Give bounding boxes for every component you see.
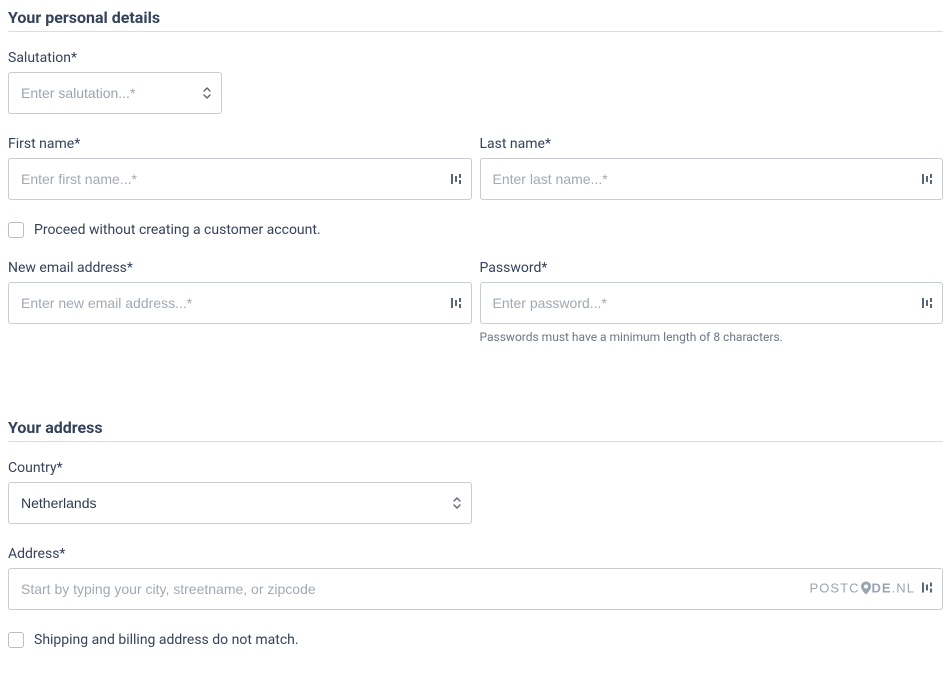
password-group: Password* Passwords must have a minimum … bbox=[480, 260, 944, 344]
address-heading: Your address bbox=[8, 418, 943, 437]
divider bbox=[8, 31, 943, 32]
divider bbox=[8, 441, 943, 442]
password-label: Password* bbox=[480, 260, 944, 276]
different-billing-checkbox[interactable] bbox=[8, 632, 24, 648]
address-field-label: Address* bbox=[8, 546, 943, 562]
guest-checkbox[interactable] bbox=[8, 222, 24, 238]
salutation-select[interactable]: Enter salutation...* bbox=[8, 72, 222, 114]
salutation-group: Salutation* Enter salutation...* bbox=[8, 50, 943, 114]
country-select[interactable]: Netherlands bbox=[8, 482, 472, 524]
address-field-group: Address* POSTCDE.NL bbox=[8, 546, 943, 610]
last-name-group: Last name* bbox=[480, 136, 944, 200]
address-input[interactable] bbox=[8, 568, 943, 610]
country-group: Country* Netherlands bbox=[8, 460, 943, 524]
salutation-select-wrapper: Enter salutation...* bbox=[8, 72, 222, 114]
address-input-wrapper: POSTCDE.NL bbox=[8, 568, 943, 610]
country-label: Country* bbox=[8, 460, 943, 476]
password-hint: Passwords must have a minimum length of … bbox=[480, 330, 944, 344]
personal-details-heading: Your personal details bbox=[8, 8, 943, 27]
country-col: Netherlands bbox=[8, 482, 472, 524]
password-input-wrapper bbox=[480, 282, 944, 324]
country-row: Netherlands bbox=[8, 482, 943, 524]
first-name-input-wrapper bbox=[8, 158, 472, 200]
last-name-input-wrapper bbox=[480, 158, 944, 200]
different-billing-checkbox-row: Shipping and billing address do not matc… bbox=[8, 632, 943, 648]
email-label: New email address* bbox=[8, 260, 472, 276]
guest-checkbox-row: Proceed without creating a customer acco… bbox=[8, 222, 943, 238]
first-name-group: First name* bbox=[8, 136, 472, 200]
password-input[interactable] bbox=[480, 282, 944, 324]
country-empty-col bbox=[480, 482, 944, 524]
name-row: First name* Last name* bbox=[8, 136, 943, 200]
different-billing-checkbox-label: Shipping and billing address do not matc… bbox=[34, 632, 299, 648]
credentials-row: New email address* Password* Passwords m… bbox=[8, 260, 943, 344]
email-input-wrapper bbox=[8, 282, 472, 324]
email-input[interactable] bbox=[8, 282, 472, 324]
last-name-label: Last name* bbox=[480, 136, 944, 152]
first-name-label: First name* bbox=[8, 136, 472, 152]
first-name-input[interactable] bbox=[8, 158, 472, 200]
salutation-label: Salutation* bbox=[8, 50, 943, 66]
country-select-wrapper: Netherlands bbox=[8, 482, 472, 524]
email-group: New email address* bbox=[8, 260, 472, 344]
spacer bbox=[8, 366, 943, 418]
last-name-input[interactable] bbox=[480, 158, 944, 200]
guest-checkbox-label: Proceed without creating a customer acco… bbox=[34, 222, 321, 238]
